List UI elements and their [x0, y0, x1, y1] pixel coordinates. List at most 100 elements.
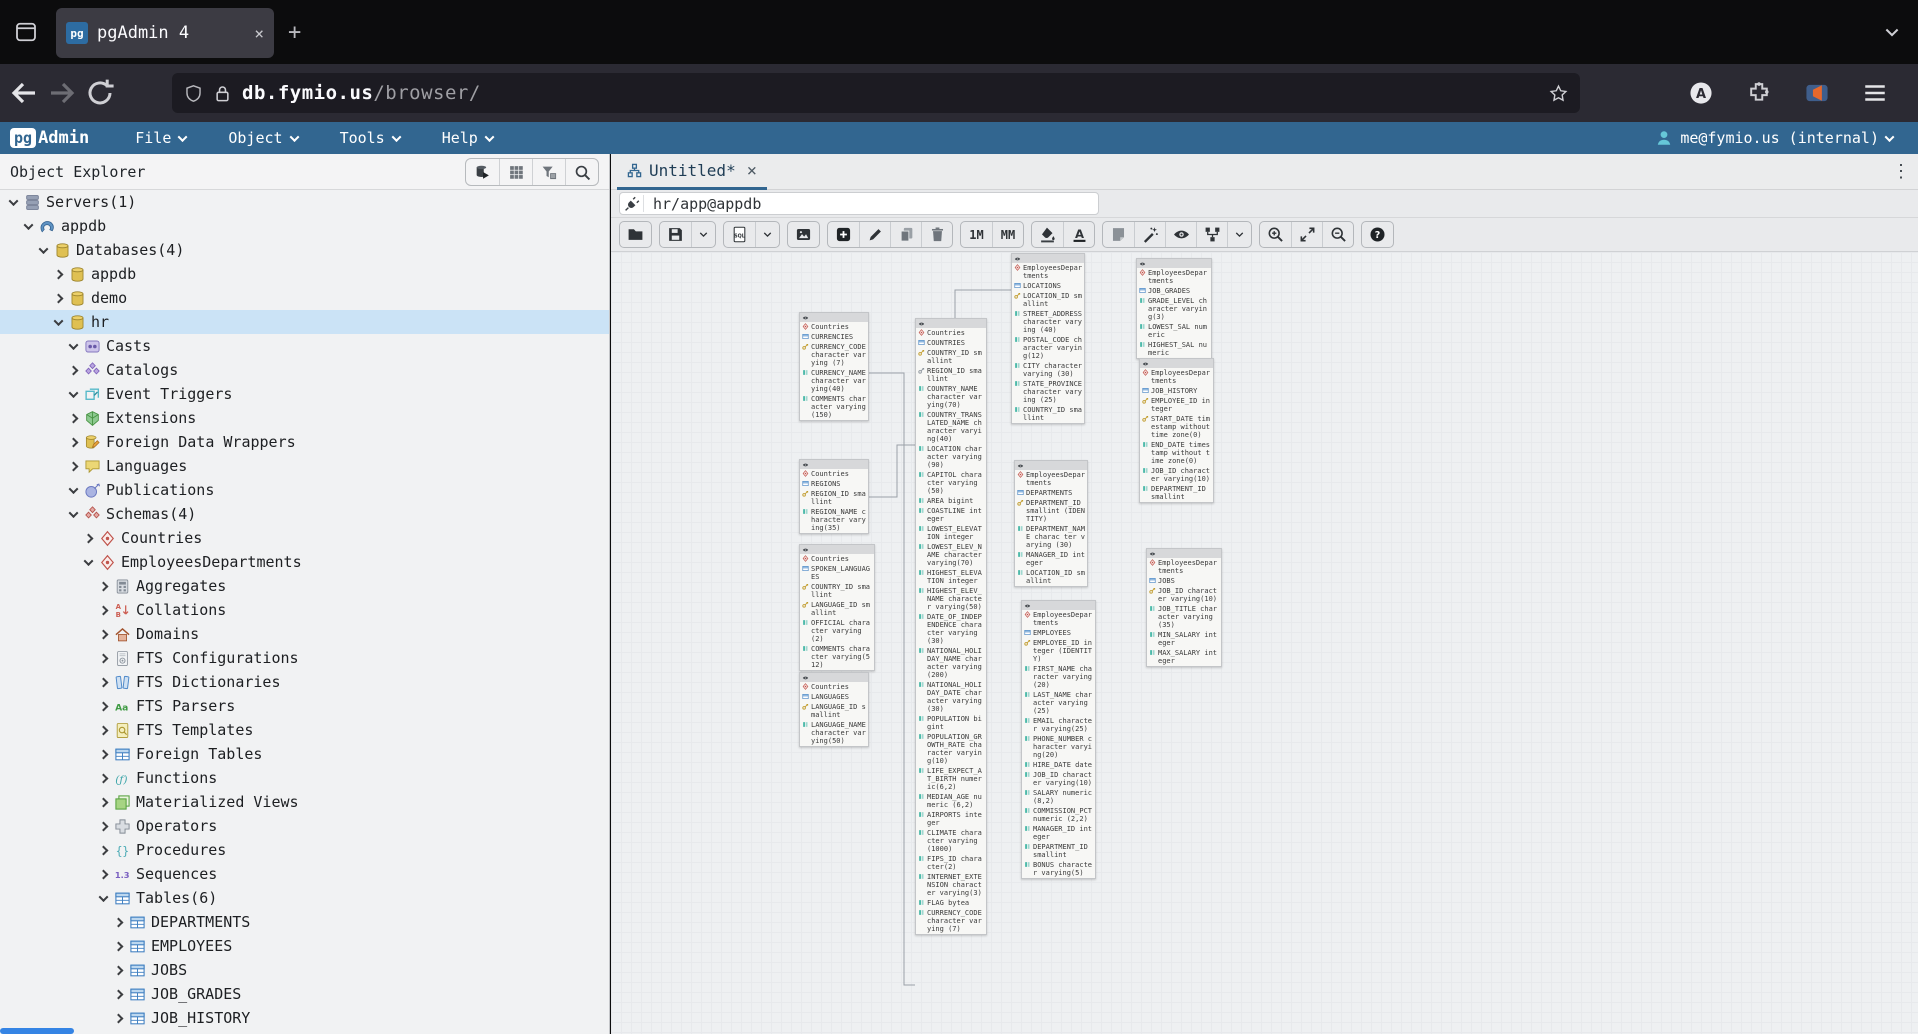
drop-table-button[interactable] — [921, 222, 952, 247]
tree-item-functions[interactable]: (ƒ)Functions — [0, 766, 609, 790]
tree-item-hr[interactable]: hr — [0, 310, 609, 334]
tree-item-materialized-views[interactable]: Materialized Views — [0, 790, 609, 814]
browser-tab[interactable]: pg pgAdmin 4 × — [56, 8, 274, 58]
tree-item-fts-configurations[interactable]: FTS Configurations — [0, 646, 609, 670]
chevron-right-icon[interactable] — [99, 629, 109, 639]
download-image-button[interactable] — [788, 222, 819, 247]
tree-item-fts-dictionaries[interactable]: FTS Dictionaries — [0, 670, 609, 694]
eye-icon[interactable] — [1017, 463, 1024, 469]
chevron-down-icon[interactable] — [39, 244, 49, 254]
tree-item-appdb[interactable]: appdb — [0, 262, 609, 286]
zoom-in-button[interactable] — [1260, 222, 1291, 247]
erd-table-header[interactable] — [800, 673, 868, 682]
erd-tab[interactable]: Untitled* × — [617, 154, 767, 190]
extension-a-icon[interactable]: A — [1688, 80, 1714, 106]
tree-item-fts-templates[interactable]: FTS Templates — [0, 718, 609, 742]
chevron-down-icon[interactable] — [24, 220, 34, 230]
eye-icon[interactable] — [1142, 361, 1149, 367]
erd-table-header[interactable] — [1147, 549, 1221, 558]
bookmark-star-icon[interactable] — [1549, 84, 1568, 103]
tree-item-databases-4[interactable]: Databases(4) — [0, 238, 609, 262]
chevron-right-icon[interactable] — [114, 1013, 124, 1023]
tree-item-servers-1[interactable]: Servers(1) — [0, 190, 609, 214]
eye-icon[interactable] — [1024, 603, 1031, 609]
chevron-right-icon[interactable] — [114, 965, 124, 975]
chevron-down-icon[interactable] — [54, 316, 64, 326]
menu-object[interactable]: Object — [228, 129, 297, 147]
cardinality-notation-button[interactable] — [1196, 222, 1227, 247]
chevron-right-icon[interactable] — [99, 749, 109, 759]
view-data-button[interactable] — [499, 159, 532, 185]
connect-database-button[interactable] — [466, 159, 499, 185]
connection-selector[interactable]: hr/app@appdb — [619, 192, 1099, 215]
chevron-right-icon[interactable] — [99, 845, 109, 855]
open-project-button[interactable] — [620, 222, 651, 247]
edit-table-button[interactable] — [859, 222, 890, 247]
url-bar[interactable]: db.fymio.us/browser/ — [172, 73, 1580, 113]
new-tab-button[interactable]: + — [288, 22, 301, 44]
tree-item-languages[interactable]: Languages — [0, 454, 609, 478]
erd-table-employees[interactable]: EmployeesDepartmentsEMPLOYEESEMPLOYEE_ID… — [1021, 600, 1096, 879]
many-to-many-button[interactable]: MM — [992, 222, 1023, 247]
chevron-down-icon[interactable] — [9, 196, 19, 206]
eye-icon[interactable] — [802, 547, 809, 553]
tree-item-appdb[interactable]: appdb — [0, 214, 609, 238]
tree-item-employeesdepartments[interactable]: EmployeesDepartments — [0, 550, 609, 574]
chevron-right-icon[interactable] — [99, 821, 109, 831]
chevron-right-icon[interactable] — [99, 869, 109, 879]
eye-icon[interactable] — [918, 321, 925, 327]
menu-file[interactable]: File — [135, 129, 186, 147]
firefox-view-icon[interactable] — [14, 20, 38, 44]
erd-table-header[interactable] — [1140, 359, 1213, 368]
generate-sql-button[interactable]: SQL — [724, 222, 755, 247]
tree-horizontal-scrollbar[interactable] — [0, 1028, 74, 1034]
chevron-right-icon[interactable] — [99, 773, 109, 783]
chevron-right-icon[interactable] — [99, 605, 109, 615]
erd-tab-close-icon[interactable]: × — [747, 161, 757, 181]
erd-table-languages[interactable]: CountriesLANGUAGESLANGUAGE_ID smallintLA… — [799, 672, 869, 747]
user-menu[interactable]: me@fymio.us (internal) — [1655, 122, 1893, 154]
tree-item-event-triggers[interactable]: Event Triggers — [0, 382, 609, 406]
tree-item-locations[interactable]: LOCATIONS — [0, 1030, 609, 1034]
chevron-right-icon[interactable] — [54, 269, 64, 279]
erd-table-jobs[interactable]: EmployeesDepartmentsJOBSJOB_ID character… — [1146, 548, 1222, 667]
eye-icon[interactable] — [802, 315, 809, 321]
tree-item-publications[interactable]: Publications — [0, 478, 609, 502]
panel-options-kebab-icon[interactable]: ⋮ — [1892, 161, 1910, 182]
eye-icon[interactable] — [802, 675, 809, 681]
chevron-down-icon[interactable] — [69, 484, 79, 494]
fill-color-button[interactable] — [1032, 222, 1063, 247]
erd-table-job-history[interactable]: EmployeesDepartmentsJOB_HISTORYEMPLOYEE_… — [1139, 358, 1214, 503]
tab-close-icon[interactable]: × — [254, 24, 264, 43]
zoom-to-fit-button[interactable] — [1291, 222, 1322, 247]
chevron-right-icon[interactable] — [99, 677, 109, 687]
tree-item-schemas-4[interactable]: Schemas(4) — [0, 502, 609, 526]
chevron-right-icon[interactable] — [114, 941, 124, 951]
erd-table-departments[interactable]: EmployeesDepartmentsDEPARTMENTSDEPARTMEN… — [1014, 460, 1088, 587]
reload-button[interactable] — [84, 77, 116, 109]
search-objects-button[interactable] — [565, 159, 598, 185]
tree-item-domains[interactable]: Domains — [0, 622, 609, 646]
chevron-right-icon[interactable] — [114, 917, 124, 927]
erd-table-header[interactable] — [1015, 461, 1087, 470]
erd-table-regions[interactable]: CountriesREGIONSREGION_ID smallintREGION… — [799, 459, 869, 534]
eye-icon[interactable] — [1014, 256, 1021, 262]
erd-table-locations[interactable]: EmployeesDepartmentsLOCATIONSLOCATION_ID… — [1011, 253, 1085, 424]
menu-hamburger-icon[interactable] — [1862, 80, 1888, 106]
chevron-down-icon[interactable] — [69, 340, 79, 350]
chevron-right-icon[interactable] — [99, 797, 109, 807]
tree-item-aggregates[interactable]: Aggregates — [0, 574, 609, 598]
text-color-button[interactable]: A — [1063, 222, 1094, 247]
tree-item-countries[interactable]: Countries — [0, 526, 609, 550]
chevron-right-icon[interactable] — [54, 293, 64, 303]
clone-table-button[interactable] — [890, 222, 921, 247]
menu-tools[interactable]: Tools — [340, 129, 400, 147]
tree-item-sequences[interactable]: 1.3Sequences — [0, 862, 609, 886]
help-button[interactable]: ? — [1362, 222, 1393, 247]
add-edit-note-button[interactable] — [1103, 222, 1134, 247]
chevron-right-icon[interactable] — [69, 365, 79, 375]
tree-item-procedures[interactable]: {}Procedures — [0, 838, 609, 862]
tree-item-foreign-data-wrappers[interactable]: Foreign Data Wrappers — [0, 430, 609, 454]
save-menu-button[interactable] — [691, 222, 715, 247]
notation-menu-button[interactable] — [1227, 222, 1251, 247]
